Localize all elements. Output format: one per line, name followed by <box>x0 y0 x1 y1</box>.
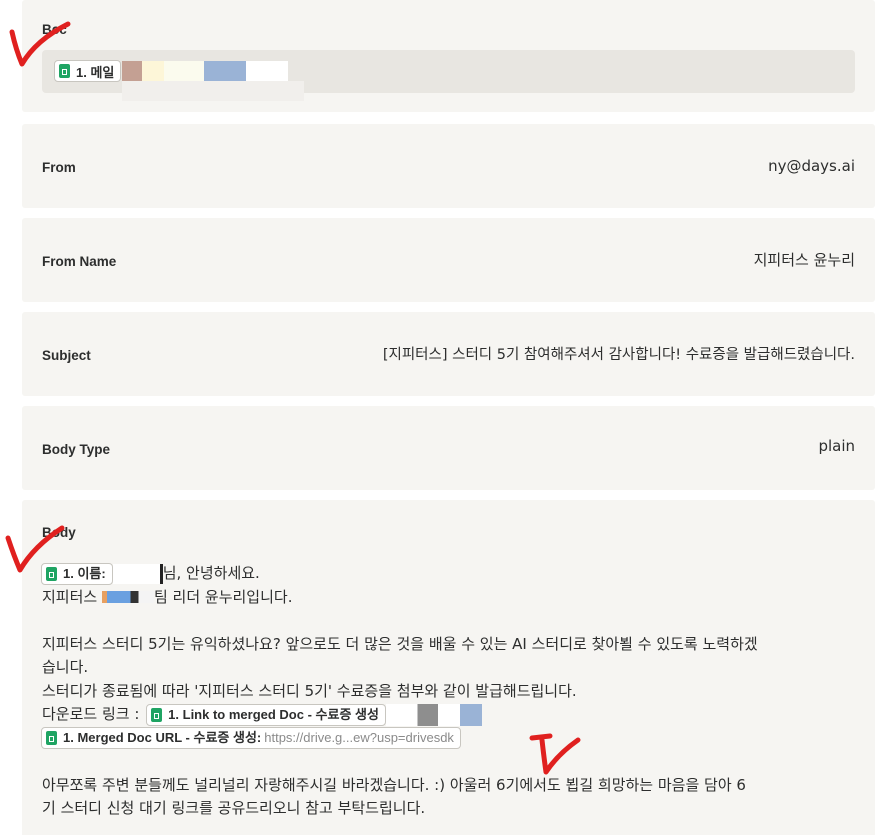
bcc-pill-label: 1. 메일 <box>76 64 115 80</box>
redacted-block <box>142 61 164 81</box>
body-line-3: 지피터스 스터디 5기는 유익하셨나요? 앞으로도 더 많은 것을 배울 수 있… <box>42 634 758 653</box>
body-line-greeting: 1. 이름: 님, 안녕하세요. <box>41 562 862 586</box>
body-line-8: 아무쪼록 주변 분들께도 널리널리 자랑해주시길 바라겠습니다. :) 아울러 … <box>42 775 746 794</box>
subject-field-card: Subject [지피터스] 스터디 5기 참여해주셔서 감사합니다! 수료증을… <box>22 312 875 396</box>
redacted-block <box>164 61 204 81</box>
url-pill-value: https://drive.g...ew?usp=drivesdk <box>264 730 454 746</box>
body-line-4: 습니다. <box>42 658 89 676</box>
google-sheets-icon <box>46 731 57 745</box>
bcc-field-card: Bcc 1. 메일 <box>22 0 875 112</box>
link-merged-doc-pill[interactable]: 1. Link to merged Doc - 수료증 생성 <box>146 703 386 726</box>
merged-doc-url-pill[interactable]: 1. Merged Doc URL - 수료증 생성: https://driv… <box>41 727 461 749</box>
body-line-9: 기 스터디 신청 대기 링크를 공유드리오니 참고 부탁드립니다. <box>42 799 426 817</box>
redacted-team <box>101 591 154 603</box>
intro-suffix: 팀 리더 윤누리입니다. <box>153 587 293 606</box>
from-name-field-card: From Name 지피터스 윤누리 <box>22 218 875 302</box>
body-type-value[interactable]: plain <box>818 437 855 455</box>
from-name-label: From Name <box>42 254 117 269</box>
body-line-url: 1. Merged Doc URL - 수료증 생성: https://driv… <box>41 727 862 751</box>
body-field-card: Body 1. 이름: 님, 안녕하세요. 지피터스 팀 리더 윤누리입니다. … <box>22 500 875 835</box>
from-value[interactable]: ny@days.ai <box>768 157 855 175</box>
redacted-link <box>385 703 482 726</box>
google-sheets-icon <box>151 707 163 722</box>
redacted-block <box>246 61 288 81</box>
url-pill-label: 1. Merged Doc URL - 수료증 생성: <box>63 730 262 746</box>
redacted-block <box>122 61 142 81</box>
download-label: 다운로드 링크 : <box>42 705 140 723</box>
body-line-blank-2 <box>42 750 862 774</box>
subject-label: Subject <box>42 348 91 363</box>
bcc-input[interactable]: 1. 메일 <box>42 50 855 101</box>
subject-value[interactable]: [지피터스] 스터디 5기 참여해주셔서 감사합니다! 수료증을 발급해드렸습니… <box>383 343 855 364</box>
body-line-download: 다운로드 링크 : 1. Link to merged Doc - 수료증 생성 <box>42 703 862 727</box>
body-type-label: Body Type <box>42 442 111 457</box>
red-check-mark-icon <box>529 733 581 775</box>
redacted-block <box>204 61 246 81</box>
red-check-mark-icon <box>9 21 71 67</box>
body-textarea[interactable]: 1. 이름: 님, 안녕하세요. 지피터스 팀 리더 윤누리입니다. 지피터스 … <box>41 562 862 821</box>
body-line-intro: 지피터스 팀 리더 윤누리입니다. <box>42 586 862 610</box>
from-field-card: From ny@days.ai <box>22 124 875 208</box>
link-pill-label: 1. Link to merged Doc - 수료증 생성 <box>168 706 379 722</box>
from-label: From <box>42 160 76 175</box>
greeting-text: 님, 안녕하세요. <box>162 564 260 582</box>
red-check-mark-icon <box>5 525 65 573</box>
body-line-5: 스터디가 종료됨에 따라 '지피터스 스터디 5기' 수료증을 첨부와 같이 발… <box>42 681 577 700</box>
from-name-value[interactable]: 지피터스 윤누리 <box>754 249 855 270</box>
intro-prefix: 지피터스 <box>42 587 102 606</box>
body-type-field-card: Body Type plain <box>22 406 875 490</box>
body-line-blank <box>42 609 862 633</box>
redacted-block <box>122 81 304 101</box>
redacted-name <box>112 563 163 584</box>
